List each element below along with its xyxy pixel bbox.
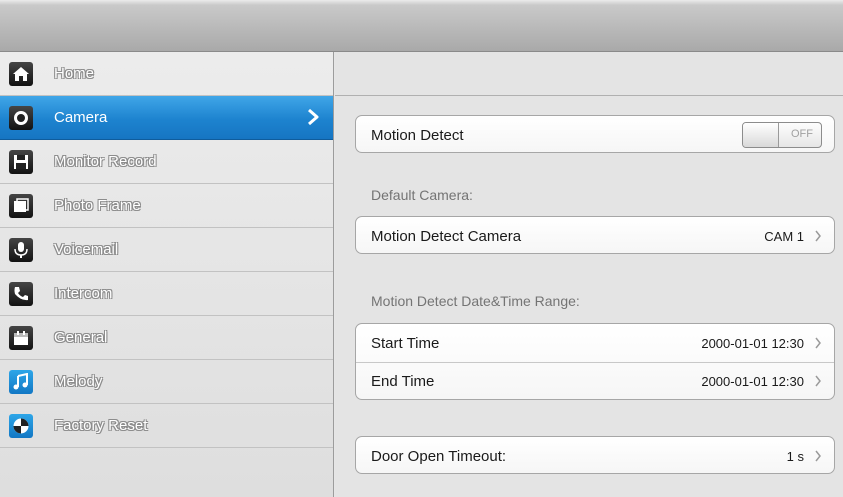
- end-time-label: End Time: [371, 372, 435, 390]
- calendar-icon: [9, 325, 33, 350]
- start-time-value: 2000-01-01 12:30: [701, 335, 804, 351]
- motion-detect-camera-card: Motion Detect Camera CAM 1: [355, 216, 835, 254]
- sidebar-item-voicemail[interactable]: Voicemail: [0, 228, 333, 272]
- motion-detect-toggle[interactable]: OFF: [742, 122, 822, 148]
- sidebar-item-label: Monitor Record: [54, 153, 157, 170]
- chevron-right-icon: [815, 230, 821, 242]
- chevron-right-icon: [815, 337, 821, 349]
- sidebar-item-label: Voicemail: [54, 241, 119, 258]
- sidebar-item-factory-reset[interactable]: Factory Reset: [0, 404, 333, 448]
- sidebar-item-melody[interactable]: Melody: [0, 360, 333, 404]
- door-open-timeout-row[interactable]: Door Open Timeout: 1 s: [356, 437, 834, 475]
- motion-detect-camera-label: Motion Detect Camera: [371, 227, 522, 245]
- home-icon: [9, 61, 33, 86]
- chevron-right-icon: [307, 108, 319, 131]
- chevron-right-icon: [815, 450, 821, 462]
- sidebar-item-label: General: [54, 329, 108, 346]
- date-time-range-card: Start Time 2000-01-01 12:30 End Time 200…: [355, 323, 835, 400]
- main-header: [335, 52, 843, 96]
- sidebar-item-label: Home: [54, 65, 95, 82]
- sidebar-item-intercom[interactable]: Intercom: [0, 272, 333, 316]
- save-icon: [9, 149, 33, 174]
- start-time-label: Start Time: [371, 334, 440, 352]
- sidebar-item-photo-frame[interactable]: Photo Frame: [0, 184, 333, 228]
- end-time-value: 2000-01-01 12:30: [701, 373, 804, 389]
- motion-detect-camera-row[interactable]: Motion Detect Camera CAM 1: [356, 217, 834, 255]
- microphone-icon: [9, 237, 33, 262]
- toggle-state: OFF: [791, 128, 813, 140]
- sidebar-item-monitor-record[interactable]: Monitor Record: [0, 140, 333, 184]
- reset-icon: [9, 413, 33, 438]
- date-time-range-label: Motion Detect Date&Time Range:: [371, 293, 580, 309]
- sidebar-item-general[interactable]: General: [0, 316, 333, 360]
- sidebar-item-label: Camera: [54, 109, 108, 126]
- door-open-timeout-card: Door Open Timeout: 1 s: [355, 436, 835, 474]
- top-bar: [0, 0, 843, 52]
- sidebar-item-home[interactable]: Home: [0, 52, 333, 96]
- sidebar-item-camera[interactable]: Camera: [0, 96, 333, 140]
- motion-detect-camera-value: CAM 1: [764, 228, 804, 244]
- door-open-timeout-label: Door Open Timeout:: [371, 447, 507, 465]
- sidebar: Home Camera Monitor Record Photo Frame V…: [0, 52, 334, 497]
- default-camera-label: Default Camera:: [371, 187, 473, 203]
- door-open-timeout-value: 1 s: [786, 448, 804, 464]
- phone-icon: [9, 281, 33, 306]
- sidebar-item-label: Intercom: [54, 285, 113, 302]
- photo-frame-icon: [9, 193, 33, 218]
- camera-icon: [9, 105, 33, 130]
- end-time-row[interactable]: End Time 2000-01-01 12:30: [356, 362, 834, 400]
- sidebar-item-label: Factory Reset: [54, 417, 148, 434]
- motion-detect-row: Motion Detect OFF: [356, 116, 834, 154]
- start-time-row[interactable]: Start Time 2000-01-01 12:30: [356, 324, 834, 362]
- sidebar-item-label: Melody: [54, 373, 103, 390]
- motion-detect-card: Motion Detect OFF: [355, 115, 835, 153]
- chevron-right-icon: [815, 375, 821, 387]
- motion-detect-label: Motion Detect: [371, 126, 464, 144]
- sidebar-item-label: Photo Frame: [54, 197, 141, 214]
- main-panel: Motion Detect OFF Default Camera: Motion…: [335, 52, 843, 497]
- toggle-knob: [743, 123, 779, 147]
- music-note-icon: [9, 369, 33, 394]
